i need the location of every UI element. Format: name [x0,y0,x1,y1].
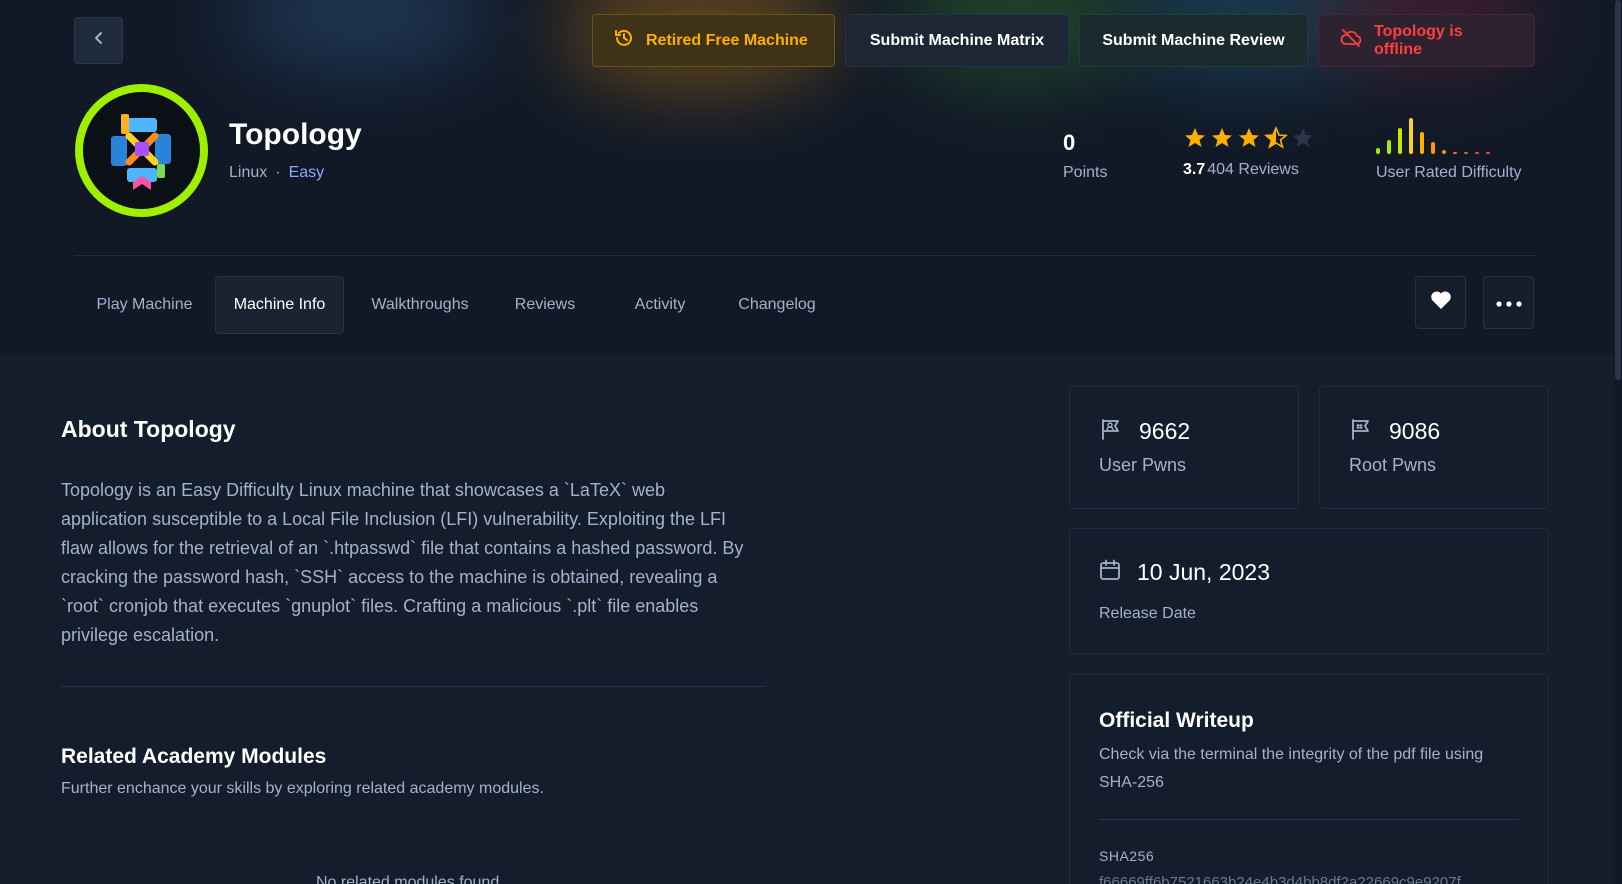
cloud-off-icon [1340,28,1362,53]
star-empty-icon [1291,126,1315,155]
sha256-label: SHA256 [1099,848,1155,864]
machine-offline-status[interactable]: Topology is offline [1318,14,1535,67]
about-description: Topology is an Easy Difficulty Linux mac… [61,480,744,645]
difficulty-bar [1442,150,1446,154]
scrollbar-thumb[interactable] [1615,0,1621,380]
root-pwns-count: 9086 [1389,418,1441,444]
difficulty-bar [1420,132,1424,154]
rating-value: 3.7 [1183,161,1206,178]
writeup-title: Official Writeup [1099,709,1254,732]
points-value: 0 [1063,130,1076,155]
release-date-label: Release Date [1099,605,1196,622]
star-icon [1237,126,1261,155]
root-flag-icon [1349,417,1373,446]
more-horizontal-icon [1495,294,1522,312]
header-divider [74,255,1536,256]
calendar-icon [1099,559,1121,586]
machine-logo [83,92,200,209]
official-writeup-card: Official Writeup Check via the terminal … [1069,674,1549,884]
submit-machine-review-button[interactable]: Submit Machine Review [1079,14,1308,67]
points-label: Points [1063,164,1108,181]
machine-meta: Linux · Easy [229,164,324,182]
machine-header: Retired Free Machine Submit Machine Matr… [0,0,1622,354]
user-pwns-label: User Pwns [1099,455,1187,475]
related-modules-subtitle: Further enchance your skills by explorin… [61,780,544,797]
history-icon [614,28,634,53]
difficulty-chart [1376,116,1522,154]
submit-machine-matrix-button[interactable]: Submit Machine Matrix [845,14,1069,67]
tab-activity[interactable]: Activity [594,276,726,334]
tab-reviews[interactable]: Reviews [496,276,594,334]
header-glow [230,0,490,70]
difficulty-bar [1409,118,1413,154]
offline-label: Topology is offline [1374,22,1463,58]
machine-os: Linux [229,164,268,181]
root-pwns-row: 9086 [1349,417,1440,446]
points-stat: 0 Points [1063,130,1107,182]
difficulty-bar [1464,152,1468,154]
page-scrollbar[interactable] [1614,0,1622,884]
star-icon [1183,126,1207,155]
difficulty-bar [1387,140,1391,154]
release-date-row: 10 Jun, 2023 [1099,559,1270,586]
difficulty-bar [1475,152,1479,154]
heart-icon [1430,290,1452,315]
difficulty-bar [1398,128,1402,154]
user-pwns-row: 9662 [1099,417,1190,446]
star-icon [1210,126,1234,155]
machine-name: Topology [229,118,362,151]
rating-stars [1183,125,1315,155]
writeup-description: Check via the terminal the integrity of … [1099,746,1484,791]
machine-avatar [75,84,208,217]
difficulty-bar [1431,142,1435,154]
reviews-count: 404 Reviews [1207,161,1299,178]
favorite-button[interactable] [1415,276,1466,329]
meta-separator: · [275,164,281,181]
retired-free-machine-button[interactable]: Retired Free Machine [592,14,835,67]
user-pwns-count: 9662 [1139,418,1191,444]
difficulty-label: User Rated Difficulty [1376,164,1522,181]
about-title: About Topology [61,416,236,442]
back-button[interactable] [74,17,123,64]
machine-tabs: Play Machine Machine Info Walkthroughs R… [74,276,828,334]
root-pwns-label: Root Pwns [1349,455,1437,475]
root-pwns-card: 9086 Root Pwns [1319,386,1549,509]
retired-label: Retired Free Machine [646,31,808,49]
no-modules-message: No related modules found [316,874,500,884]
difficulty-bar [1486,152,1490,154]
header-actions: Retired Free Machine Submit Machine Matr… [592,14,1535,67]
tab-machine-info[interactable]: Machine Info [215,276,344,334]
user-pwns-card: 9662 User Pwns [1069,386,1299,509]
tab-play-machine[interactable]: Play Machine [74,276,215,334]
machine-difficulty[interactable]: Easy [289,164,325,182]
related-modules-title: Related Academy Modules [61,745,327,768]
more-options-button[interactable] [1483,276,1534,329]
tab-walkthroughs[interactable]: Walkthroughs [344,276,496,334]
difficulty-bar [1453,152,1457,154]
release-date-value: 10 Jun, 2023 [1137,559,1271,585]
tab-changelog[interactable]: Changelog [726,276,828,334]
writeup-divider [1099,819,1519,820]
release-date-card: 10 Jun, 2023 Release Date [1069,528,1549,654]
sha256-value[interactable]: f66669ff6b7521663b24e4b3d4bb8df2a22669c9… [1099,874,1519,884]
rating-summary: 3.7 404 Reviews [1183,161,1315,179]
rating-stat[interactable]: 3.7 404 Reviews [1183,125,1315,179]
difficulty-bar [1376,148,1380,154]
chevron-left-icon [92,31,106,50]
content-divider [61,686,766,687]
user-flag-icon [1099,417,1123,446]
star-half-icon [1263,125,1289,155]
user-rated-difficulty[interactable]: User Rated Difficulty [1376,116,1522,182]
